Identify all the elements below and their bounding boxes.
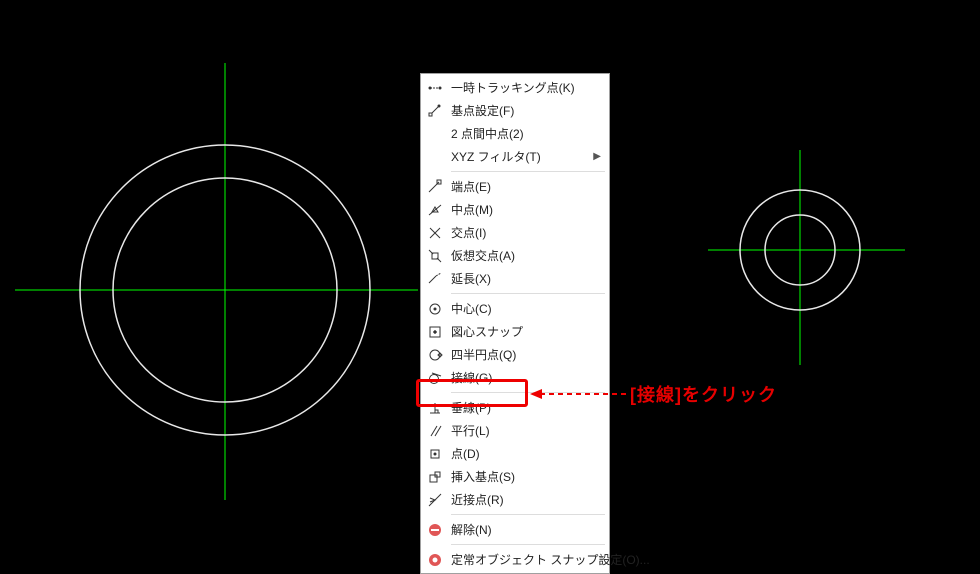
menu-separator [451,171,605,172]
quadrant-icon [425,346,445,364]
menu-label: 解除(N) [451,521,603,538]
menu-label: 中点(M) [451,201,603,218]
midpoint-icon [425,201,445,219]
node-icon [425,445,445,463]
menu-item-node[interactable]: 点(D) [421,442,609,465]
menu-item-center[interactable]: 中心(C) [421,297,609,320]
menu-item-temp-track[interactable]: 一時トラッキング点(K) [421,76,609,99]
menu-label: 近接点(R) [451,491,603,508]
menu-label: 基点設定(F) [451,102,603,119]
menu-separator [451,544,605,545]
menu-item-insert[interactable]: 挿入基点(S) [421,465,609,488]
menu-separator [451,514,605,515]
menu-label: 延長(X) [451,270,603,287]
menu-label: 仮想交点(A) [451,247,603,264]
menu-item-midpoint[interactable]: 中点(M) [421,198,609,221]
menu-label: 平行(L) [451,422,603,439]
endpoint-icon [425,178,445,196]
menu-label: 接線(G) [451,369,603,386]
menu-label: 一時トラッキング点(K) [451,79,603,96]
menu-separator [451,392,605,393]
menu-item-quadrant[interactable]: 四半円点(Q) [421,343,609,366]
temp-track-icon [425,79,445,97]
menu-item-geo-center[interactable]: 図心スナップ [421,320,609,343]
parallel-icon [425,422,445,440]
perpendicular-icon [425,399,445,417]
menu-label: 交点(I) [451,224,603,241]
menu-item-nearest[interactable]: 近接点(R) [421,488,609,511]
menu-label: 点(D) [451,445,603,462]
menu-label: 2 点間中点(2) [451,125,603,142]
menu-label: 挿入基点(S) [451,468,603,485]
chevron-right-icon: ▶ [593,151,603,162]
apparent-int-icon [425,247,445,265]
menu-item-from[interactable]: 基点設定(F) [421,99,609,122]
menu-item-xyz-filter[interactable]: XYZ フィルタ(T)▶ [421,145,609,168]
menu-item-none[interactable]: 解除(N) [421,518,609,541]
menu-label: 四半円点(Q) [451,346,603,363]
menu-label: 中心(C) [451,300,603,317]
menu-item-apparent-int[interactable]: 仮想交点(A) [421,244,609,267]
center-icon [425,300,445,318]
from-icon [425,102,445,120]
menu-item-tangent[interactable]: 接線(G) [421,366,609,389]
menu-item-mid-2pt[interactable]: 2 点間中点(2) [421,122,609,145]
menu-item-parallel[interactable]: 平行(L) [421,419,609,442]
menu-separator [451,293,605,294]
insert-icon [425,468,445,486]
blank-icon [425,148,445,166]
menu-label: 垂線(P) [451,399,603,416]
menu-item-perpendicular[interactable]: 垂線(P) [421,396,609,419]
blank-icon [425,125,445,143]
menu-label: 図心スナップ [451,323,603,340]
extension-icon [425,270,445,288]
geo-center-icon [425,323,445,341]
menu-item-endpoint[interactable]: 端点(E) [421,175,609,198]
menu-item-extension[interactable]: 延長(X) [421,267,609,290]
intersection-icon [425,224,445,242]
osnap-context-menu: 一時トラッキング点(K) 基点設定(F) 2 点間中点(2) XYZ フィルタ(T)▶… [420,73,610,574]
nearest-icon [425,491,445,509]
none-icon [425,521,445,539]
menu-item-intersection[interactable]: 交点(I) [421,221,609,244]
menu-label: 端点(E) [451,178,603,195]
menu-label: XYZ フィルタ(T) [451,148,593,165]
tangent-icon [425,369,445,387]
